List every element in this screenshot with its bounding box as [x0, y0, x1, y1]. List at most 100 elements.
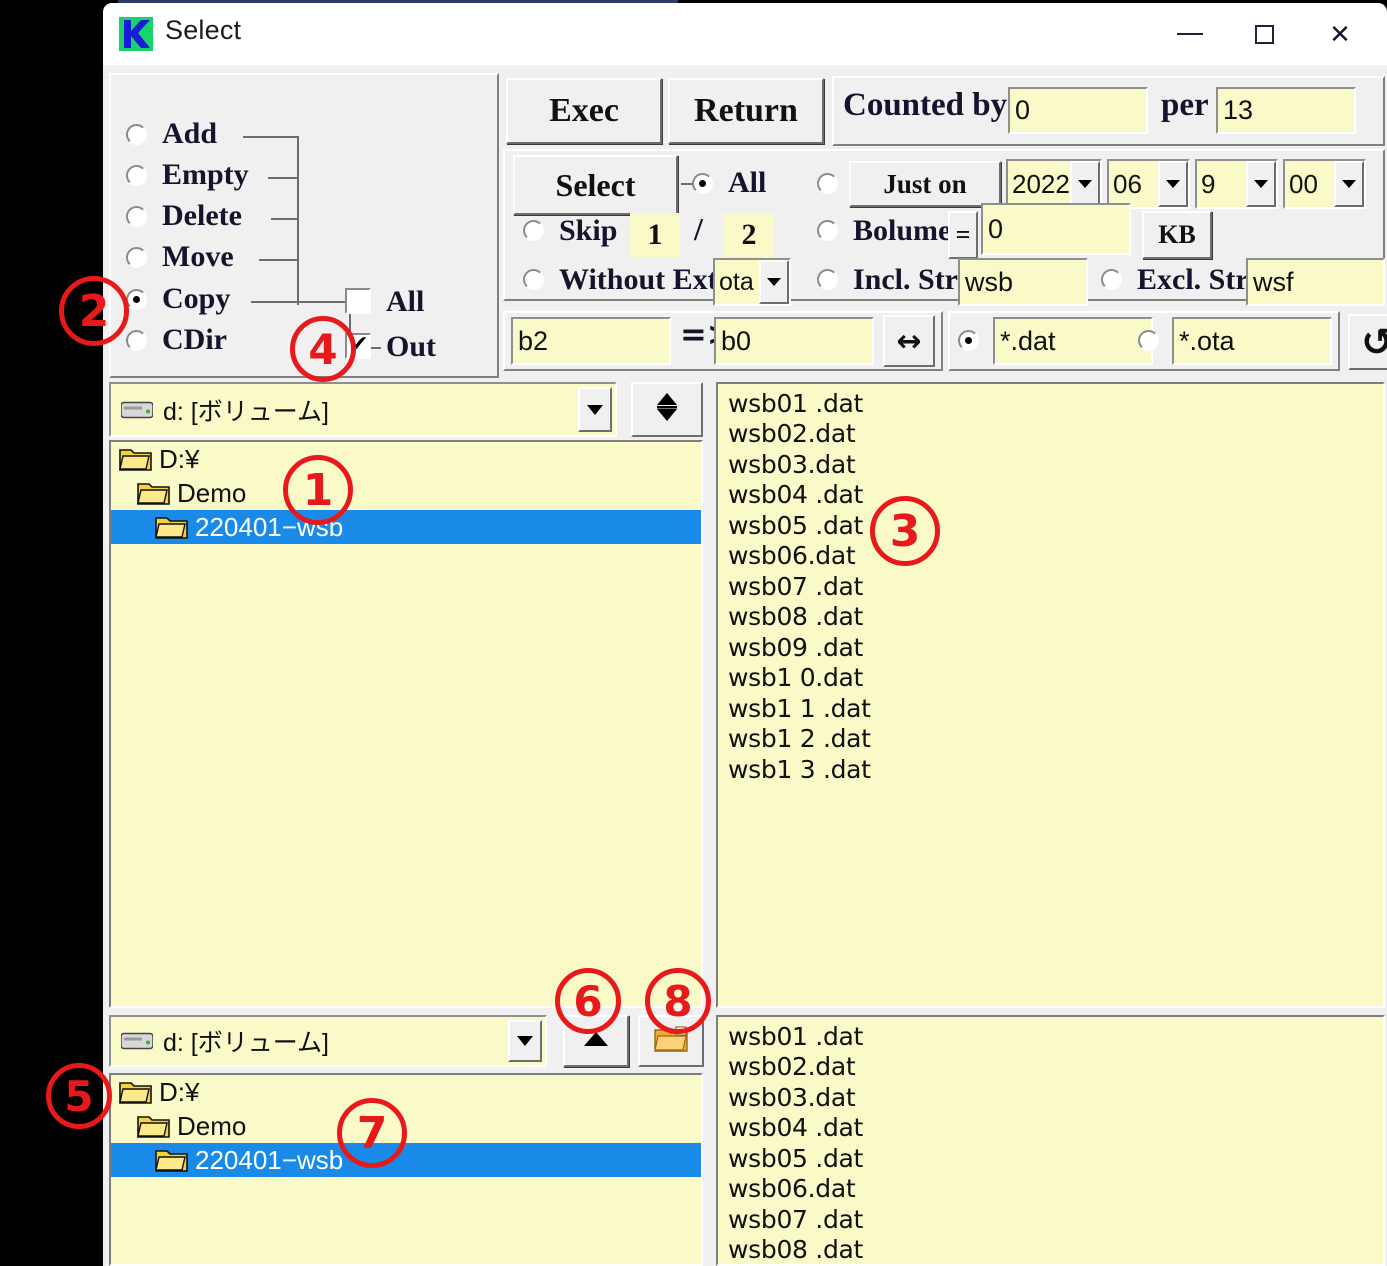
tree-item-root[interactable]: D:¥ [111, 442, 701, 476]
radio-mask-primary[interactable] [958, 330, 979, 351]
year-combo[interactable]: 2022 [1006, 159, 1102, 209]
radio-mask-secondary[interactable] [1138, 330, 1159, 351]
tree-item-root[interactable]: D:¥ [111, 1075, 701, 1109]
maximize-button[interactable] [1227, 3, 1301, 65]
bracket-delete [271, 218, 299, 220]
dest-drive-chevron-down-icon[interactable] [508, 1020, 542, 1062]
just-on-label: Just on [883, 169, 966, 200]
annotation-marker-5: 5 [46, 1063, 112, 1129]
exec-button[interactable]: Exec [506, 78, 662, 144]
sort-updown-icon [656, 391, 678, 428]
per-input[interactable]: 13 [1216, 87, 1356, 134]
dest-file-list[interactable]: wsb01 .dat wsb02.dat wsb03.dat wsb04 .da… [716, 1015, 1385, 1266]
checkbox-all[interactable] [345, 288, 371, 314]
select-button[interactable]: Select [513, 155, 678, 215]
hour-chevron-down-icon[interactable] [1334, 161, 1364, 207]
radio-bolume[interactable] [817, 220, 838, 241]
list-item[interactable]: wsb06.dat [718, 541, 1383, 572]
list-item[interactable]: wsb08 .dat [718, 1235, 1383, 1266]
list-item[interactable]: wsb1 3 .dat [718, 754, 1383, 785]
swap-button[interactable]: ↔ [883, 315, 935, 367]
radio-delete[interactable] [126, 206, 147, 227]
month-combo[interactable]: 06 [1107, 159, 1190, 209]
day-chevron-down-icon[interactable] [1246, 161, 1276, 207]
radio-add[interactable] [126, 124, 147, 145]
tree-item-demo[interactable]: Demo [111, 476, 701, 510]
list-item[interactable]: wsb02.dat [718, 419, 1383, 450]
radio-empty[interactable] [126, 165, 147, 186]
list-item[interactable]: wsb06.dat [718, 1174, 1383, 1205]
list-item[interactable]: wsb08 .dat [718, 602, 1383, 633]
window-title: Select [165, 15, 241, 46]
incl-str-input[interactable]: wsb [958, 258, 1088, 306]
list-item[interactable]: wsb04 .dat [718, 480, 1383, 511]
day-combo[interactable]: 9 [1195, 159, 1278, 209]
radio-incl-str[interactable] [817, 269, 838, 290]
hour-combo[interactable]: 00 [1283, 159, 1366, 209]
radio-cdir[interactable] [126, 330, 147, 351]
just-on-button[interactable]: Just on [849, 161, 1001, 207]
bolume-eq-button[interactable]: = [948, 211, 978, 259]
exec-button-label: Exec [549, 92, 619, 130]
source-file-list[interactable]: wsb01 .dat wsb02.dat wsb03.dat wsb04 .da… [716, 382, 1385, 1008]
radio-skip[interactable] [523, 220, 544, 241]
rename-from-input[interactable]: b2 [511, 317, 671, 365]
source-sort-button[interactable] [631, 382, 703, 437]
without-ext-combo[interactable]: ota [713, 258, 791, 306]
excl-str-input[interactable]: wsf [1246, 258, 1385, 306]
month-chevron-down-icon[interactable] [1158, 161, 1188, 207]
folder-icon [137, 1113, 171, 1139]
list-item[interactable]: wsb04 .dat [718, 1113, 1383, 1144]
source-drive-chevron-down-icon[interactable] [578, 387, 612, 432]
list-item[interactable]: wsb09 .dat [718, 632, 1383, 663]
list-item[interactable]: wsb1 2 .dat [718, 724, 1383, 755]
list-item[interactable]: wsb1 1 .dat [718, 693, 1383, 724]
source-folder-tree[interactable]: D:¥ Demo 220401−wsb [109, 440, 703, 1008]
list-item[interactable]: wsb01 .dat [718, 1021, 1383, 1052]
list-item[interactable]: wsb05 .dat [718, 510, 1383, 541]
return-button[interactable]: Return [668, 78, 824, 144]
skip-denominator-input[interactable]: 2 [724, 213, 774, 257]
dest-folder-tree[interactable]: D:¥ Demo 220401−wsb [109, 1073, 703, 1266]
minimize-button[interactable] [1153, 3, 1227, 65]
radio-just-on[interactable] [817, 173, 838, 194]
without-ext-chevron-down-icon[interactable] [759, 260, 789, 304]
kb-unit-button[interactable]: KB [1142, 211, 1212, 259]
annotation-marker-6: 6 [555, 968, 621, 1034]
list-item[interactable]: wsb01 .dat [718, 388, 1383, 419]
year-chevron-down-icon[interactable] [1070, 161, 1100, 207]
list-item[interactable]: wsb03.dat [718, 1082, 1383, 1113]
folder-icon [119, 1079, 153, 1105]
maximize-icon [1255, 25, 1274, 44]
tree-item-selected[interactable]: 220401−wsb [111, 1143, 701, 1177]
list-item[interactable]: wsb02.dat [718, 1052, 1383, 1083]
refresh-button[interactable]: ↺ [1348, 314, 1387, 370]
folder-icon [119, 446, 153, 472]
bolume-input[interactable]: 0 [981, 203, 1131, 255]
radio-excl-str[interactable] [1101, 269, 1122, 290]
dest-drive-combo[interactable]: d: [ボリューム] [109, 1015, 547, 1067]
mask-secondary-input[interactable]: *.ota [1172, 317, 1332, 365]
close-button[interactable]: ✕ [1303, 3, 1377, 65]
counted-by-input[interactable]: 0 [1008, 87, 1148, 134]
rename-to-input[interactable]: b0 [714, 317, 874, 365]
radio-filter-all[interactable] [692, 173, 713, 194]
folder-icon [137, 480, 171, 506]
list-item[interactable]: wsb07 .dat [718, 571, 1383, 602]
label-empty: Empty [162, 158, 249, 192]
radio-without-ext[interactable] [523, 269, 544, 290]
source-drive-combo[interactable]: d: [ボリューム] [109, 382, 617, 437]
list-item[interactable]: wsb07 .dat [718, 1204, 1383, 1235]
label-filter-all: All [728, 166, 766, 200]
list-item[interactable]: wsb03.dat [718, 449, 1383, 480]
radio-copy[interactable] [126, 289, 147, 310]
list-item[interactable]: wsb1 0.dat [718, 663, 1383, 694]
list-item[interactable]: wsb05 .dat [718, 1143, 1383, 1174]
tree-item-label: D:¥ [159, 444, 199, 475]
radio-move[interactable] [126, 247, 147, 268]
tree-item-selected[interactable]: 220401−wsb [111, 510, 701, 544]
swap-icon: ↔ [896, 324, 921, 359]
counted-by-label: Counted by [843, 87, 1007, 124]
mask-primary-input[interactable]: *.dat [993, 317, 1153, 365]
skip-numerator-input[interactable]: 1 [630, 213, 680, 257]
